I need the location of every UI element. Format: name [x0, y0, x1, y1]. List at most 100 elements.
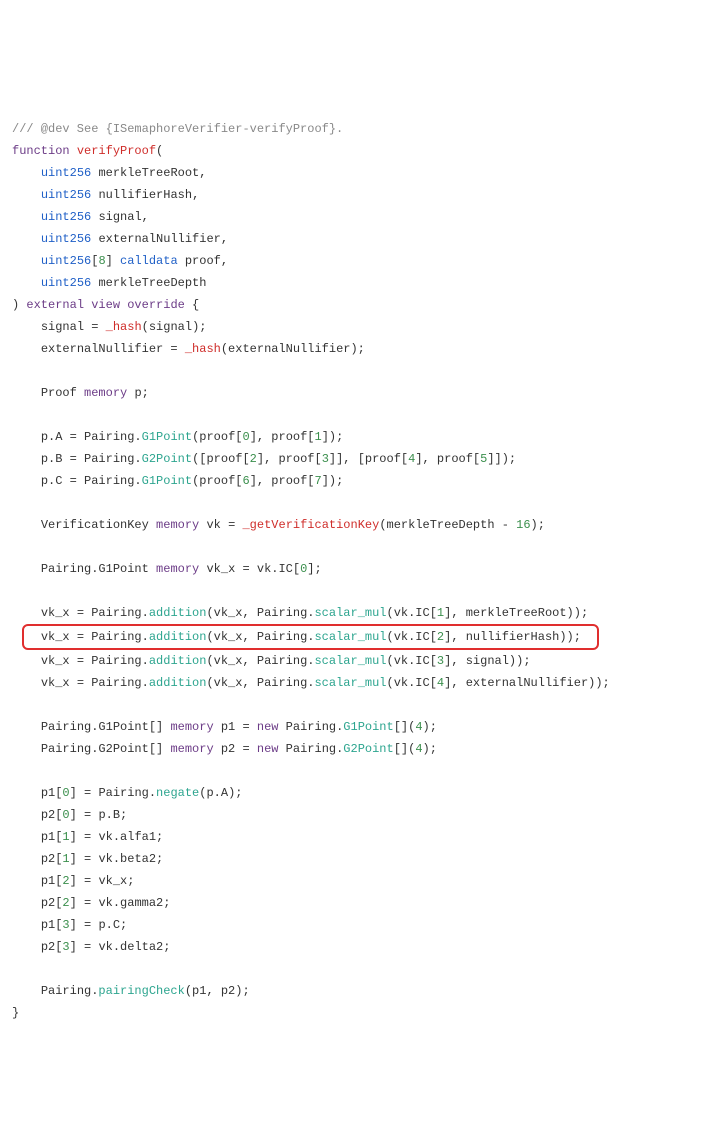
t: p;	[134, 386, 148, 400]
fn-name: verifyProof	[77, 144, 156, 158]
param: merkleTreeRoot	[98, 166, 199, 180]
t: ] =	[70, 786, 99, 800]
t: =	[221, 518, 243, 532]
m: addition	[149, 606, 207, 620]
t: (	[156, 144, 163, 158]
t: ,	[142, 210, 149, 224]
n: 3	[62, 918, 69, 932]
n: 2	[250, 452, 257, 466]
t: Pairing.G1Point	[41, 562, 149, 576]
t: (vk.IC[	[387, 606, 437, 620]
code-block: /// @dev See {ISemaphoreVerifier-verifyP…	[12, 96, 705, 1024]
kw: view	[91, 298, 120, 312]
t: ]], [proof[	[329, 452, 408, 466]
t: ,	[221, 254, 228, 268]
m: addition	[149, 654, 207, 668]
t: ], signal));	[444, 654, 530, 668]
m: addition	[149, 676, 207, 690]
t: ], proof[	[415, 452, 480, 466]
t: p1 =	[221, 720, 257, 734]
t: (p1, p2);	[185, 984, 250, 998]
m: scalar_mul	[314, 654, 386, 668]
t: vk_x = vk.IC[	[206, 562, 300, 576]
t: Proof	[41, 386, 77, 400]
t: (signal);	[142, 320, 207, 334]
t: vk_x;	[98, 874, 134, 888]
t: p1[	[41, 786, 63, 800]
t: (vk_x, Pairing.	[206, 676, 314, 690]
t: ], proof[	[250, 430, 315, 444]
type: uint256	[41, 188, 91, 202]
t: (p.A);	[199, 786, 242, 800]
param: externalNullifier	[98, 232, 220, 246]
param: signal	[98, 210, 141, 224]
t: ] =	[70, 852, 99, 866]
kw: memory	[170, 720, 213, 734]
t: (vk_x, Pairing.	[206, 606, 314, 620]
m: G1Point	[142, 430, 192, 444]
t: ] =	[70, 874, 99, 888]
n: 0	[62, 786, 69, 800]
t: vk.gamma2;	[98, 896, 170, 910]
t: p1[	[41, 830, 63, 844]
n: 7	[315, 474, 322, 488]
t: vk_x = Pairing.	[41, 630, 149, 644]
t: ([proof[	[192, 452, 250, 466]
t: p1[	[41, 918, 63, 932]
n: 3	[322, 452, 329, 466]
t: vk_x = Pairing.	[41, 606, 149, 620]
t: VerificationKey	[41, 518, 149, 532]
n: 2	[62, 896, 69, 910]
t: [](	[394, 720, 416, 734]
t: signal	[41, 320, 84, 334]
t: p.C;	[98, 918, 127, 932]
t: ], merkleTreeRoot));	[444, 606, 588, 620]
t: (vk.IC[	[387, 676, 437, 690]
n: 8	[98, 254, 105, 268]
highlighted-line: vk_x = Pairing.addition(vk_x, Pairing.sc…	[22, 624, 599, 650]
kw: memory	[156, 562, 199, 576]
fn: _hash	[185, 342, 221, 356]
t: vk.alfa1;	[98, 830, 163, 844]
fn: _getVerificationKey	[242, 518, 379, 532]
n: 3	[62, 940, 69, 954]
t: ], nullifierHash));	[444, 630, 581, 644]
t: =	[163, 342, 185, 356]
m: pairingCheck	[98, 984, 184, 998]
t: ], proof[	[257, 452, 322, 466]
fn: _hash	[106, 320, 142, 334]
type: uint256	[41, 254, 91, 268]
t: Pairing.	[41, 984, 99, 998]
t: );	[531, 518, 545, 532]
m: G2Point	[343, 742, 393, 756]
t: ];	[307, 562, 321, 576]
n: 1	[62, 830, 69, 844]
t: );	[423, 720, 437, 734]
t: ]);	[322, 430, 344, 444]
t: ] =	[70, 940, 99, 954]
comment: /// @dev See {ISemaphoreVerifier-verifyP…	[12, 122, 343, 136]
t: p.C = Pairing.	[41, 474, 142, 488]
kw: memory	[156, 518, 199, 532]
kw: override	[127, 298, 185, 312]
t: (vk_x, Pairing.	[206, 654, 314, 668]
kw: external	[26, 298, 84, 312]
t: p.B;	[98, 808, 127, 822]
t: ] =	[70, 896, 99, 910]
t: (merkleTreeDepth -	[379, 518, 516, 532]
t: vk.delta2;	[98, 940, 170, 954]
m: scalar_mul	[314, 676, 386, 690]
t: (proof[	[192, 474, 242, 488]
m: scalar_mul	[314, 606, 386, 620]
n: 1	[315, 430, 322, 444]
t: ,	[199, 166, 206, 180]
t: ] =	[70, 808, 99, 822]
m: negate	[156, 786, 199, 800]
kw: memory	[84, 386, 127, 400]
n: 4	[415, 720, 422, 734]
t: p.A = Pairing.	[41, 430, 142, 444]
t: p1[	[41, 874, 63, 888]
t: p2[	[41, 852, 63, 866]
t: externalNullifier	[41, 342, 163, 356]
type: calldata	[120, 254, 178, 268]
